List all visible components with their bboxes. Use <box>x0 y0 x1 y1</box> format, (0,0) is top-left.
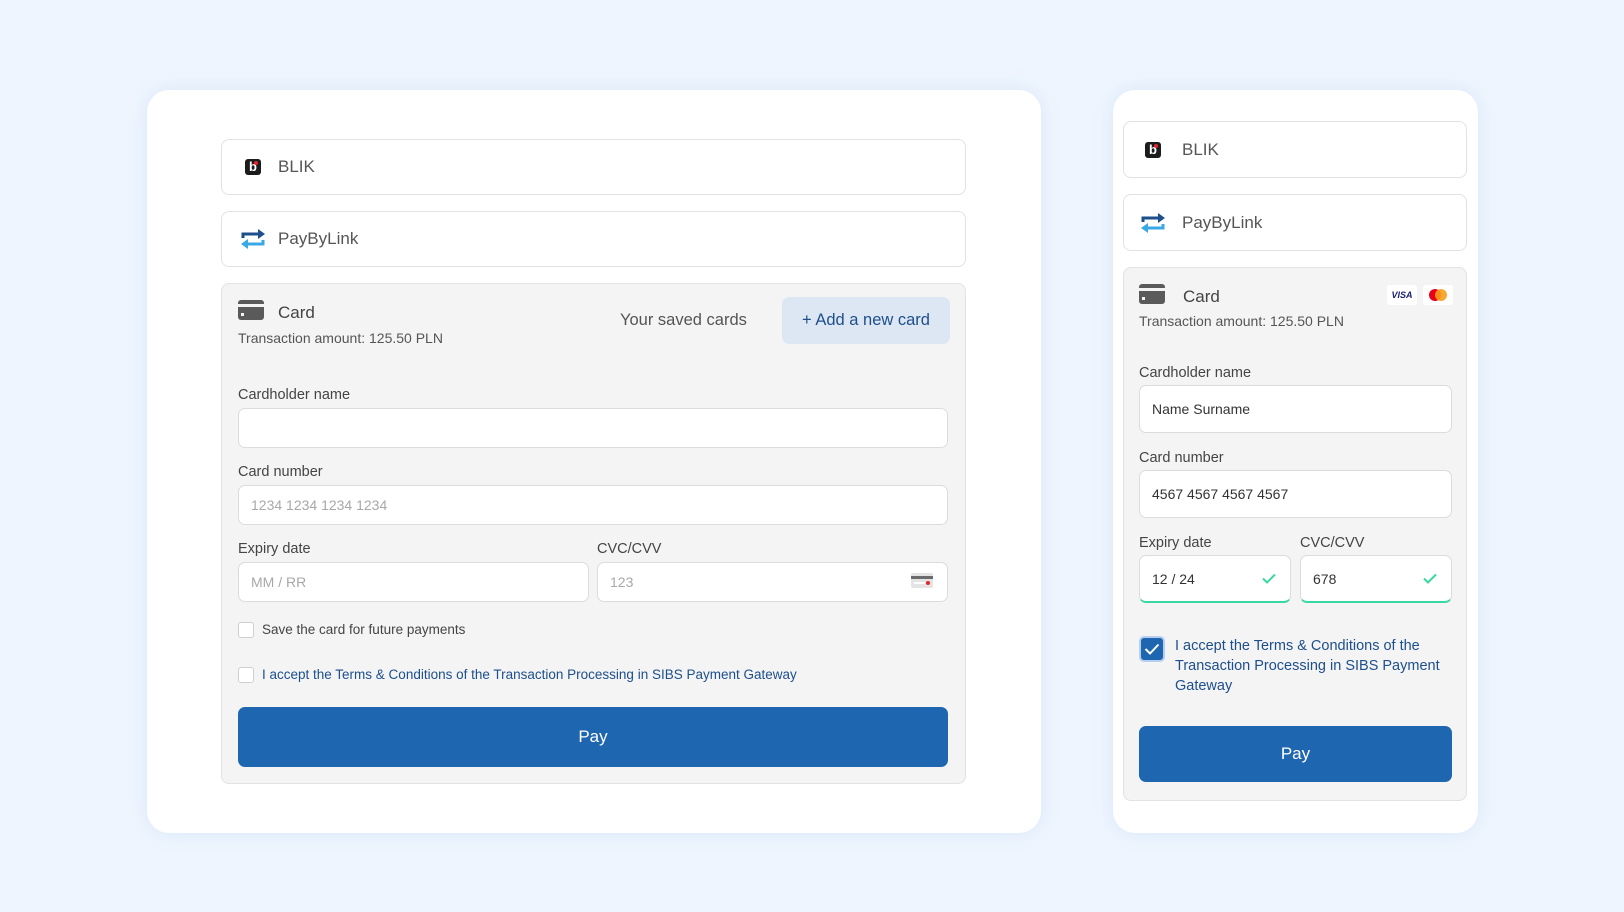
expiry-date-input[interactable]: 12 / 24 <box>1139 555 1291 603</box>
card-number-label: Card number <box>1139 450 1224 466</box>
add-new-card-button[interactable]: + Add a new card <box>782 297 950 344</box>
transaction-amount: Transaction amount: 125.50 PLN <box>238 330 443 346</box>
cvc-placeholder: 123 <box>610 574 634 590</box>
terms-checkbox[interactable] <box>238 667 254 683</box>
cardholder-name-label: Cardholder name <box>238 387 351 403</box>
card-title: Card <box>278 302 315 322</box>
blik-icon: b <box>238 159 268 175</box>
card-header: Card <box>238 300 315 325</box>
transfer-arrows-icon <box>1138 212 1168 234</box>
payment-method-label: PayByLink <box>278 229 359 248</box>
card-header: Card <box>1139 284 1220 309</box>
expiry-date-label: Expiry date <box>238 541 311 557</box>
card-number-placeholder: 1234 1234 1234 1234 <box>251 497 388 513</box>
cvc-input[interactable]: 678 <box>1300 555 1452 603</box>
blik-icon: b <box>1138 141 1168 158</box>
valid-check-icon <box>1423 571 1437 587</box>
card-number-value: 4567 4567 4567 4567 <box>1152 486 1289 502</box>
cardholder-name-value: Name Surname <box>1152 401 1251 417</box>
mastercard-logo <box>1423 285 1453 305</box>
expiry-date-label: Expiry date <box>1139 535 1212 551</box>
save-card-checkbox[interactable] <box>238 622 254 638</box>
card-payment-section: Card Transaction amount: 125.50 PLN Your… <box>221 283 966 784</box>
card-payment-section: Card VISA Transaction amount: 125.50 PLN… <box>1123 267 1467 801</box>
pay-button[interactable]: Pay <box>1139 726 1452 782</box>
payment-method-label: BLIK <box>278 157 315 176</box>
cvc-input[interactable]: 123 <box>597 562 948 602</box>
payment-method-paybylink[interactable]: PayByLink <box>221 211 966 267</box>
checkmark-icon <box>1144 643 1160 655</box>
terms-link[interactable]: I accept the Terms & Conditions of the T… <box>262 667 797 682</box>
save-card-row: Save the card for future payments <box>238 622 465 638</box>
expiry-date-input[interactable]: MM / RR <box>238 562 589 602</box>
card-number-input[interactable]: 4567 4567 4567 4567 <box>1139 470 1452 518</box>
credit-card-icon <box>238 300 264 325</box>
terms-checkbox-checked[interactable] <box>1139 636 1165 662</box>
desktop-payment-panel: b BLIK PayByLink Card Transaction amount… <box>147 90 1041 833</box>
payment-method-label: PayByLink <box>1182 212 1263 232</box>
saved-cards-link[interactable]: Your saved cards <box>620 311 747 330</box>
card-number-input[interactable]: 1234 1234 1234 1234 <box>238 485 948 525</box>
valid-check-icon <box>1262 571 1276 587</box>
terms-row: I accept the Terms & Conditions of the T… <box>238 667 797 683</box>
save-card-label: Save the card for future payments <box>262 622 466 637</box>
credit-card-icon <box>1139 284 1165 309</box>
payment-method-label: BLIK <box>1182 139 1219 159</box>
transfer-arrows-icon <box>238 228 268 250</box>
terms-link[interactable]: I accept the Terms & Conditions of the T… <box>1175 636 1449 696</box>
cvc-value: 678 <box>1313 570 1337 587</box>
visa-logo: VISA <box>1387 285 1417 305</box>
payment-method-paybylink[interactable]: PayByLink <box>1123 194 1467 251</box>
payment-method-blik[interactable]: b BLIK <box>221 139 966 195</box>
payment-method-blik[interactable]: b BLIK <box>1123 121 1467 178</box>
cardholder-name-input[interactable]: Name Surname <box>1139 385 1452 433</box>
mobile-payment-panel: b BLIK PayByLink Card VISA Transaction a <box>1113 90 1478 833</box>
card-number-label: Card number <box>238 464 323 480</box>
cardholder-name-input[interactable] <box>238 408 948 448</box>
expiry-date-placeholder: MM / RR <box>251 574 307 590</box>
cvc-label: CVC/CVV <box>597 541 662 557</box>
cardholder-name-label: Cardholder name <box>1139 365 1252 381</box>
card-title: Card <box>1183 286 1220 306</box>
expiry-date-value: 12 / 24 <box>1152 570 1195 587</box>
transaction-amount: Transaction amount: 125.50 PLN <box>1139 313 1344 329</box>
cvc-label: CVC/CVV <box>1300 535 1365 551</box>
card-back-icon <box>911 573 933 591</box>
terms-row: I accept the Terms & Conditions of the T… <box>1139 636 1449 696</box>
pay-button[interactable]: Pay <box>238 707 948 767</box>
